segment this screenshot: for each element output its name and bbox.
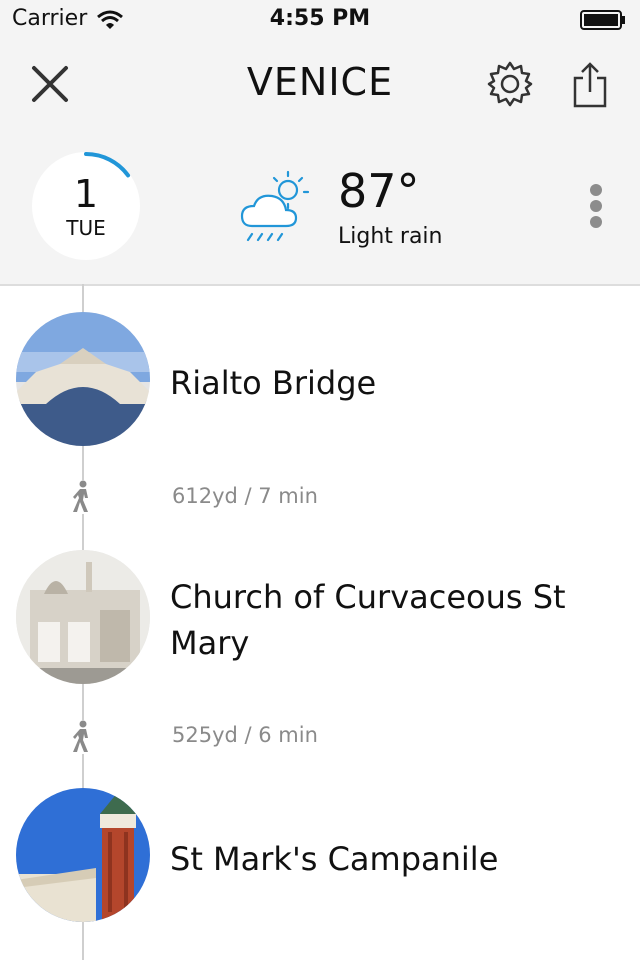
rialto-bridge-photo[interactable] xyxy=(16,312,150,446)
temperature: 87° xyxy=(338,164,420,218)
day-weekday: TUE xyxy=(66,216,106,240)
more-dot xyxy=(590,216,602,228)
campanile-image xyxy=(16,788,150,922)
walk-icon xyxy=(70,480,94,514)
church-photo[interactable] xyxy=(16,550,150,684)
gear-icon[interactable] xyxy=(486,60,534,108)
nav-bar: VENICE xyxy=(0,40,640,130)
status-bar: Carrier 4:55 PM xyxy=(0,0,640,40)
walking-distance: 612yd / 7 min xyxy=(172,484,318,508)
battery-icon xyxy=(580,10,625,30)
page-title: VENICE xyxy=(246,60,394,104)
status-time: 4:55 PM xyxy=(269,6,371,31)
walking-distance: 525yd / 6 min xyxy=(172,723,318,747)
day-indicator[interactable]: 1 TUE xyxy=(32,152,140,260)
church-image xyxy=(16,550,150,684)
campanile-photo[interactable] xyxy=(16,788,150,922)
more-dot xyxy=(590,184,602,196)
share-icon[interactable] xyxy=(570,60,610,110)
place-name[interactable]: Church of Curvaceous St Mary xyxy=(170,574,610,666)
rialto-bridge-image xyxy=(16,312,150,446)
day-number: 1 xyxy=(73,172,99,216)
place-name[interactable]: Rialto Bridge xyxy=(170,360,610,406)
more-vertical-icon[interactable] xyxy=(584,184,608,228)
cloud-rain-sun-icon xyxy=(240,170,310,242)
more-dot xyxy=(590,200,602,212)
weather-condition: Light rain xyxy=(338,224,443,249)
walk-icon xyxy=(70,720,94,754)
place-name[interactable]: St Mark's Campanile xyxy=(170,836,610,882)
header-panel: Carrier 4:55 PM VENICE 1 TUE 87° Light r… xyxy=(0,0,640,286)
